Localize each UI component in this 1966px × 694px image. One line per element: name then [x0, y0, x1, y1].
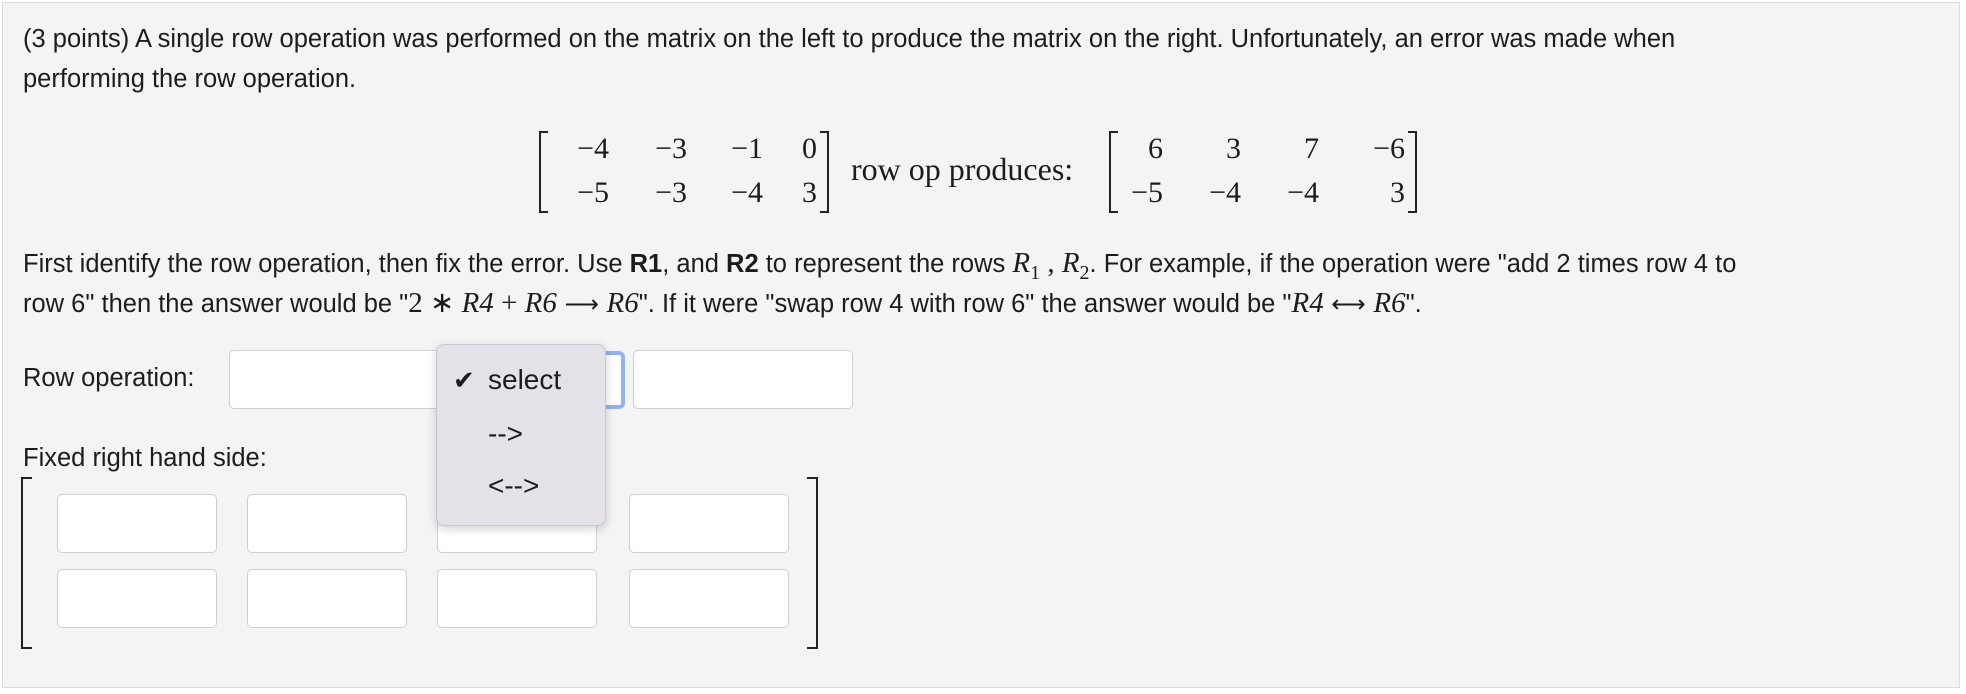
- rhs-cell-input-r1c1[interactable]: [57, 494, 217, 553]
- right-matrix-cell: −4: [1287, 176, 1319, 209]
- right-matrix-cell: 3: [1390, 176, 1405, 209]
- left-matrix: −4 −3 −1 0 −5 −3 −4 3: [539, 131, 829, 213]
- right-matrix: 6 3 7 −6 −5 −4 −4 3: [1109, 131, 1417, 213]
- row-op-produces-label: row op produces:: [851, 151, 1074, 187]
- right-matrix-cell: −5: [1131, 176, 1163, 209]
- right-matrix-cell: −6: [1373, 132, 1405, 165]
- rhs-cell-input-r1c2[interactable]: [247, 494, 407, 553]
- right-matrix-cell: 7: [1304, 132, 1319, 165]
- right-bracket: [1408, 131, 1417, 213]
- question-panel: (3 points) A single row operation was pe…: [2, 2, 1960, 688]
- left-matrix-cell: −3: [655, 176, 687, 209]
- rhs-cell-input-r2c2[interactable]: [247, 569, 407, 628]
- dropdown-option-arrow[interactable]: -->: [437, 409, 607, 459]
- dropdown-option-select[interactable]: ✔ select: [437, 355, 607, 405]
- row-operation-dropdown-menu: ✔ select --> <-->: [436, 344, 606, 526]
- rhs-cell-input-r2c3[interactable]: [437, 569, 597, 628]
- instructions-line2: row 6" then the answer would be "2 ∗ R4 …: [23, 287, 1422, 319]
- fixed-rhs-label: Fixed right hand side:: [23, 444, 267, 472]
- left-matrix-cell: −5: [577, 176, 609, 209]
- row-operation-label: Row operation:: [23, 364, 195, 392]
- right-bracket: [820, 131, 829, 213]
- left-bracket: [539, 131, 548, 213]
- left-matrix-cell: −3: [655, 132, 687, 165]
- right-matrix-cell: 6: [1148, 132, 1163, 165]
- r1-keyword: R1: [629, 250, 663, 278]
- right-matrix-cell: 3: [1226, 132, 1241, 165]
- left-matrix-cell: 3: [802, 176, 817, 209]
- rhs-cell-input-r2c4[interactable]: [629, 569, 789, 628]
- rhs-cell-input-r1c4[interactable]: [629, 494, 789, 553]
- rhs-cell-input-r2c1[interactable]: [57, 569, 217, 628]
- rhs-right-bracket: [807, 477, 818, 649]
- left-matrix-cell: −4: [577, 132, 609, 165]
- checkmark-icon: ✔: [453, 365, 475, 395]
- question-intro-line1: (3 points) A single row operation was pe…: [23, 25, 1676, 53]
- r2-keyword: R2: [726, 250, 759, 278]
- row-operation-rhs-input[interactable]: [633, 350, 853, 409]
- right-matrix-cell: −4: [1209, 176, 1241, 209]
- question-intro-line2: performing the row operation.: [23, 65, 357, 93]
- dropdown-option-swap[interactable]: <-->: [437, 461, 607, 511]
- rhs-left-bracket: [21, 477, 32, 649]
- left-matrix-cell: −4: [731, 176, 763, 209]
- left-matrix-cell: −1: [731, 132, 763, 165]
- left-matrix-cell: 0: [802, 132, 817, 165]
